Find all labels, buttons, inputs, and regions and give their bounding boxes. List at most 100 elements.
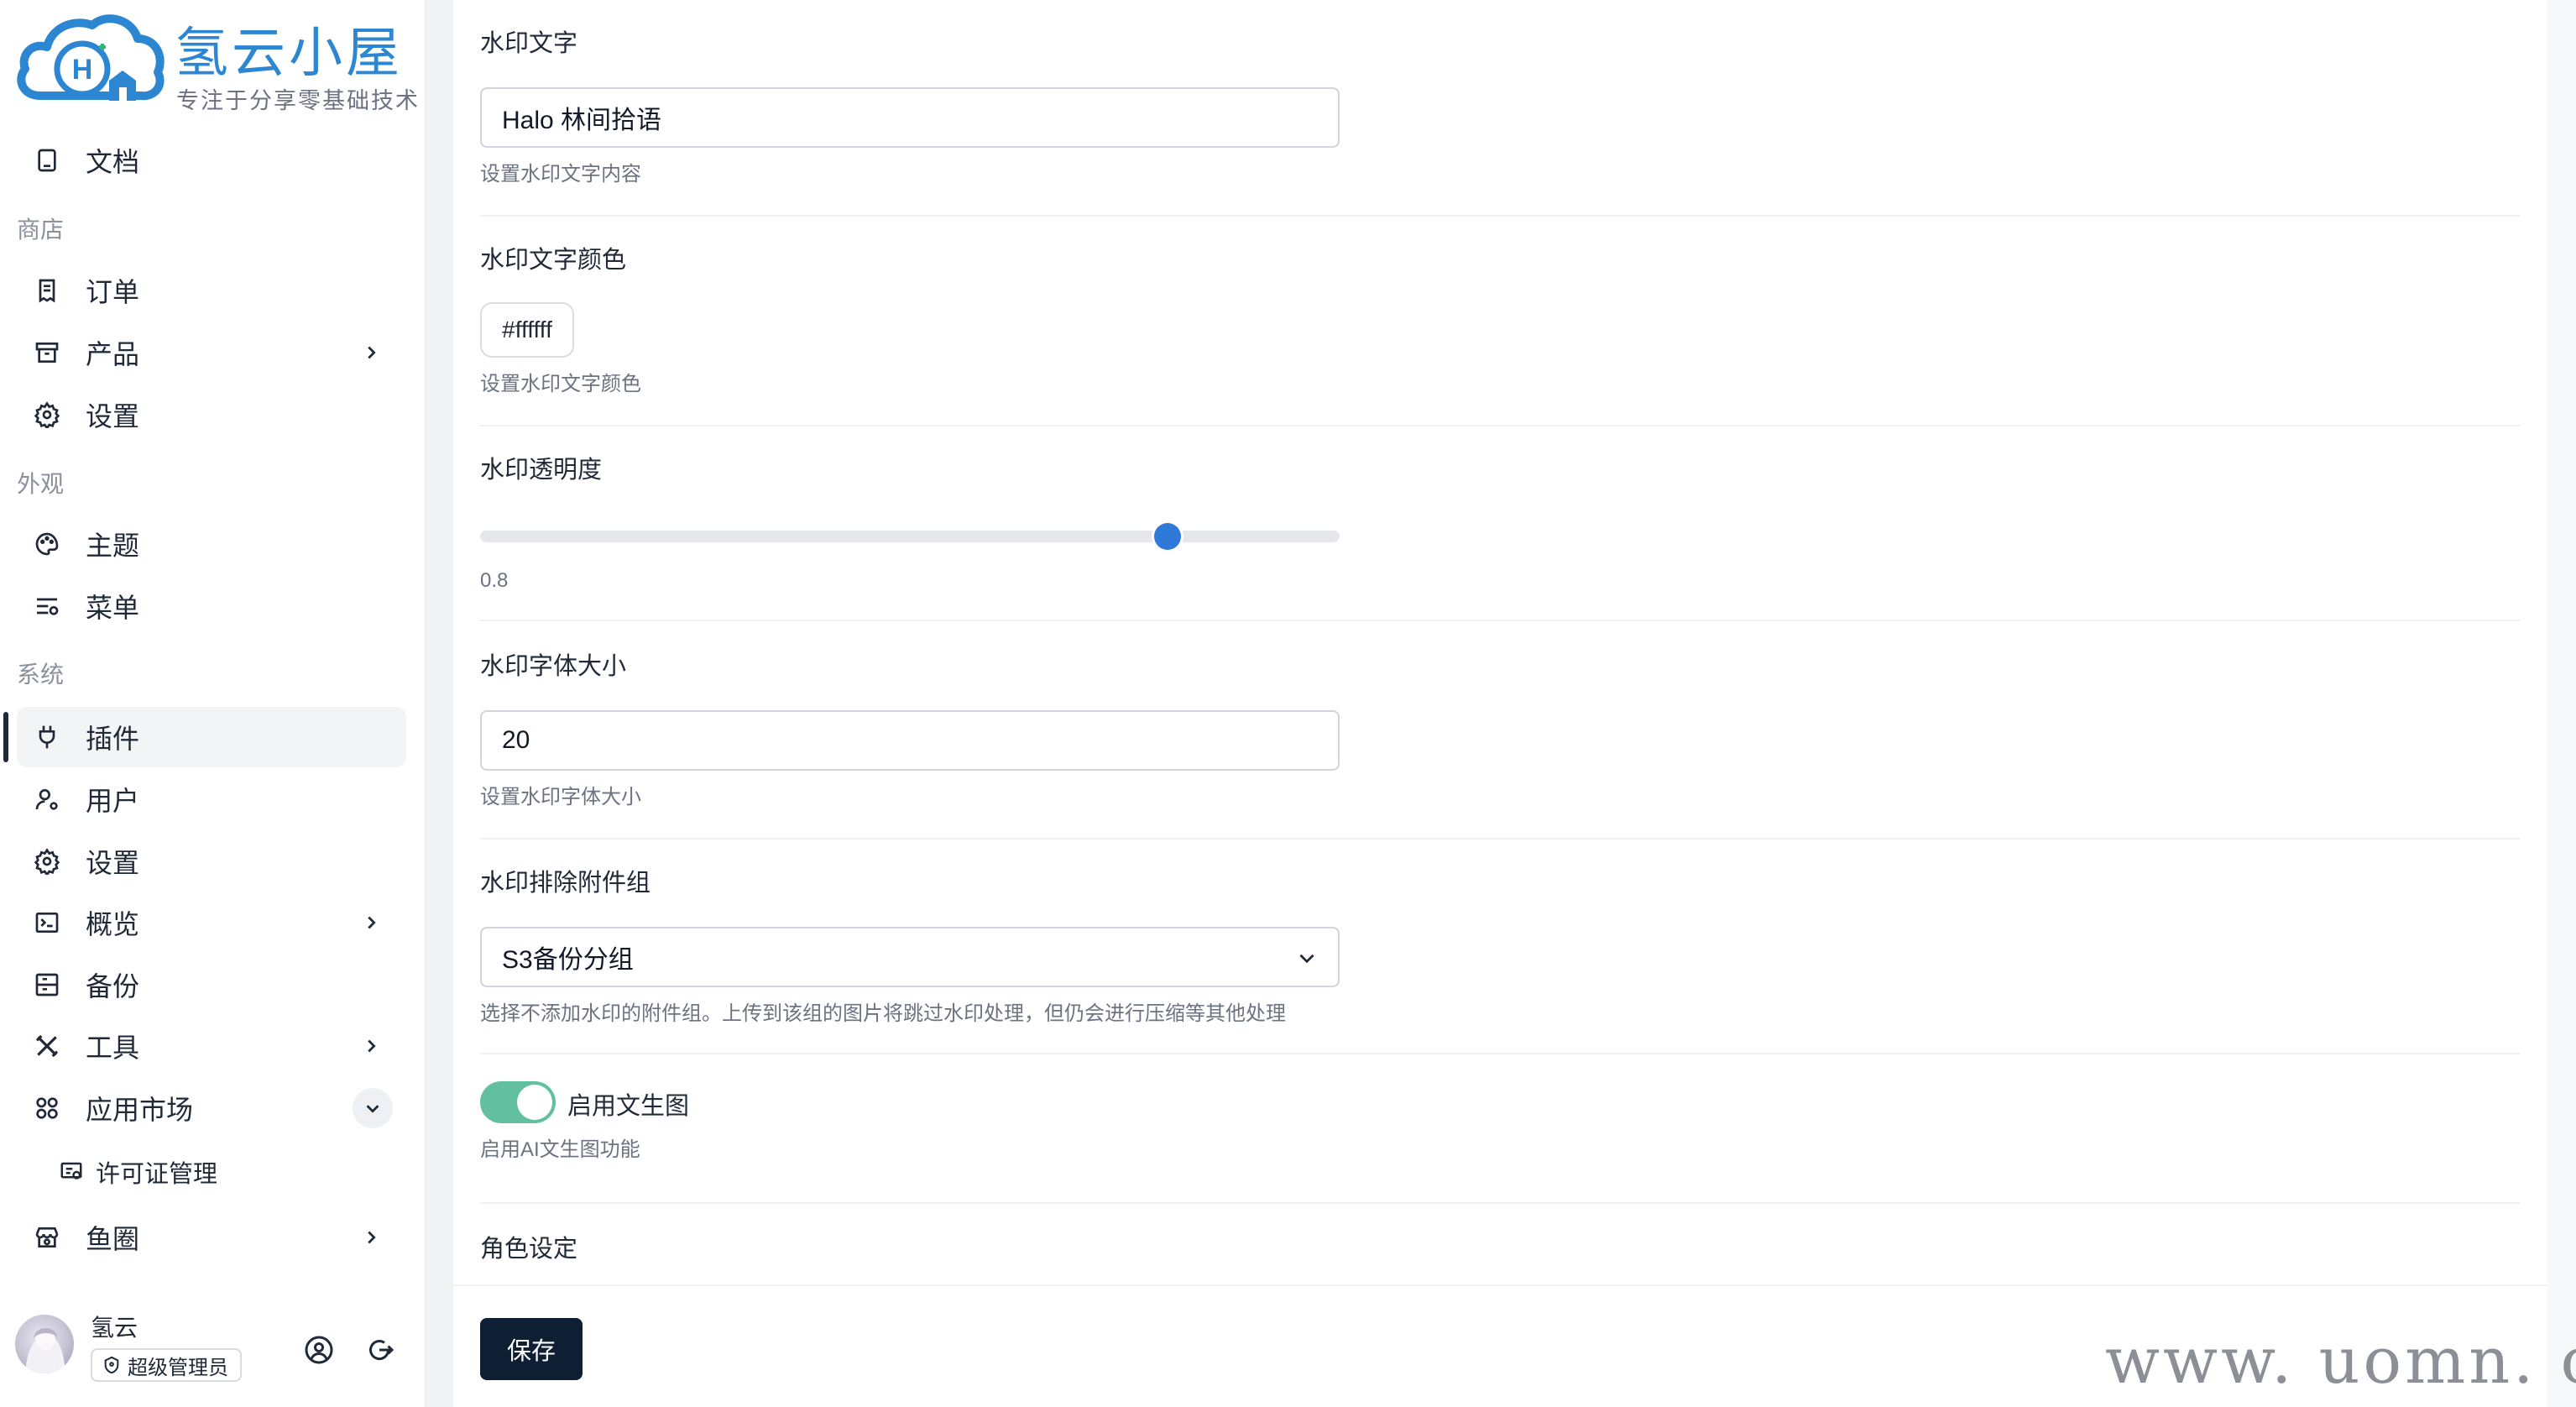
toggle-knob — [517, 1085, 552, 1120]
user-profile: 氢云 超级管理员 — [15, 1310, 410, 1385]
app-root: H 氢云小屋 专注于分享零基础技术 文档 商店 订单 产品 设置 外观 主题 菜… — [0, 0, 2576, 1407]
select-value: S3备份分组 — [502, 946, 634, 974]
sidebar-item-label: 鱼圈 — [86, 1224, 140, 1254]
avatar[interactable] — [15, 1315, 74, 1373]
watermark-font-size-input[interactable]: 20 — [480, 710, 1340, 771]
sidebar-item-label: 设置 — [86, 401, 140, 432]
sidebar-item-label: 用户 — [86, 786, 140, 816]
field-label-exclude-group: 水印排除附件组 — [480, 870, 651, 897]
brand-title: 氢云小屋 — [175, 23, 403, 85]
chevron-down-icon[interactable] — [353, 1088, 393, 1128]
brand-logo[interactable]: H 氢云小屋 专注于分享零基础技术 — [15, 13, 418, 114]
brand-subtitle: 专注于分享零基础技术 — [176, 88, 420, 113]
divider — [480, 215, 2520, 217]
sidebar-item-plugins[interactable]: 插件 — [17, 707, 406, 767]
apps-grid-icon — [17, 1078, 77, 1138]
archive-box-icon — [17, 322, 77, 383]
logout-icon — [369, 1340, 394, 1361]
sidebar-item-fish-circle[interactable]: 鱼圈 — [17, 1207, 406, 1268]
sidebar-item-shop-settings[interactable]: 设置 — [17, 384, 406, 445]
palette-icon — [17, 514, 77, 574]
help-watermark-color: 设置水印文字颜色 — [480, 373, 641, 395]
sidebar-item-label: 应用市场 — [86, 1095, 194, 1125]
sidebar-item-overview[interactable]: 概览 — [17, 892, 406, 953]
sidebar-item-docs[interactable]: 文档 — [17, 130, 406, 191]
watermark-text-input[interactable]: Halo 林间拾语 — [480, 87, 1340, 148]
help-watermark-text: 设置水印文字内容 — [480, 163, 641, 186]
gear-icon — [17, 384, 77, 445]
plug-icon — [17, 707, 77, 767]
opacity-slider-thumb[interactable] — [1154, 523, 1182, 550]
cloud-house-logo-icon: H — [17, 14, 165, 101]
document-icon — [17, 130, 77, 191]
toggle-label: 启用文生图 — [567, 1093, 690, 1120]
backup-icon — [17, 955, 77, 1015]
gear-icon — [17, 831, 77, 892]
watermark-color-picker[interactable]: #ffffff — [480, 302, 574, 358]
user-settings-icon — [17, 769, 77, 829]
sidebar-item-menus[interactable]: 菜单 — [17, 576, 406, 636]
sidebar-item-label: 插件 — [86, 724, 140, 754]
sidebar-item-label: 设置 — [86, 848, 140, 878]
section-label-system: 系统 — [17, 662, 65, 688]
plugin-settings-form: 水印文字 Halo 林间拾语 设置水印文字内容 水印文字颜色 #ffffff 设… — [453, 0, 2547, 1407]
user-name: 氢云 — [91, 1315, 138, 1341]
watermark-overlay-text: www. uomn. cn — [2105, 1323, 2576, 1398]
chevron-right-icon[interactable] — [356, 1031, 386, 1061]
sidebar-item-backup[interactable]: 备份 — [17, 955, 406, 1015]
help-text-to-image: 启用AI文生图功能 — [480, 1138, 640, 1161]
receipt-icon — [17, 260, 77, 321]
sidebar-item-label: 菜单 — [86, 593, 140, 623]
sidebar-item-label: 备份 — [86, 971, 140, 1002]
license-icon — [59, 1159, 84, 1185]
user-circle-icon — [305, 1336, 333, 1364]
sidebar-item-label: 工具 — [86, 1033, 140, 1063]
divider — [480, 425, 2520, 426]
sidebar-item-products[interactable]: 产品 — [17, 322, 406, 383]
divider — [480, 1202, 2520, 1204]
section-label-appearance: 外观 — [17, 471, 65, 497]
help-watermark-font-size: 设置水印字体大小 — [480, 786, 641, 808]
chevron-right-icon[interactable] — [356, 907, 386, 938]
sidebar-item-users[interactable]: 用户 — [17, 769, 406, 829]
opacity-slider-track[interactable] — [480, 531, 1340, 542]
enable-text-to-image-toggle[interactable] — [480, 1081, 556, 1123]
sidebar-item-tools[interactable]: 工具 — [17, 1016, 406, 1076]
sidebar-item-label: 概览 — [86, 909, 140, 939]
logout-button[interactable] — [361, 1331, 398, 1368]
sidebar-item-label: 主题 — [86, 531, 140, 561]
sidebar-item-app-market[interactable]: 应用市场 — [17, 1078, 406, 1138]
sidebar-subitem-license[interactable]: 许可证管理 — [59, 1147, 217, 1197]
exclude-group-select[interactable]: S3备份分组 — [480, 927, 1340, 987]
sidebar-item-label: 产品 — [86, 339, 140, 369]
scrollbar[interactable] — [2547, 0, 2576, 1407]
sidebar-item-label: 许可证管理 — [96, 1161, 218, 1188]
help-exclude-group: 选择不添加水印的附件组。上传到该组的图片将跳过水印处理，但仍会进行压缩等其他处理 — [480, 1002, 1286, 1025]
field-label-watermark-font-size: 水印字体大小 — [480, 653, 627, 680]
chevron-right-icon[interactable] — [356, 337, 386, 368]
sidebar-item-label: 文档 — [86, 147, 140, 177]
store-icon — [17, 1207, 77, 1268]
field-label-watermark-opacity: 水印透明度 — [480, 457, 603, 484]
save-button[interactable]: 保存 — [480, 1318, 583, 1380]
active-indicator — [3, 712, 8, 762]
tools-icon — [17, 1016, 77, 1076]
sidebar: H 氢云小屋 专注于分享零基础技术 文档 商店 订单 产品 设置 外观 主题 菜… — [0, 0, 426, 1407]
sidebar-item-system-settings[interactable]: 设置 — [17, 831, 406, 892]
chevron-down-icon — [1296, 947, 1318, 975]
terminal-icon — [17, 892, 77, 953]
sidebar-item-orders[interactable]: 订单 — [17, 260, 406, 321]
opacity-value: 0.8 — [480, 569, 509, 592]
role-label: 超级管理员 — [128, 1356, 228, 1379]
svg-text:H: H — [72, 54, 93, 86]
sidebar-item-themes[interactable]: 主题 — [17, 514, 406, 574]
menu-settings-icon — [17, 576, 77, 636]
profile-button[interactable] — [300, 1331, 337, 1368]
field-label-watermark-text: 水印文字 — [480, 30, 578, 57]
field-label-role-setting: 角色设定 — [480, 1236, 578, 1263]
sidebar-item-label: 订单 — [86, 277, 140, 307]
divider — [480, 620, 2520, 621]
divider — [480, 838, 2520, 839]
chevron-right-icon[interactable] — [356, 1222, 386, 1253]
section-label-shop: 商店 — [17, 217, 65, 243]
